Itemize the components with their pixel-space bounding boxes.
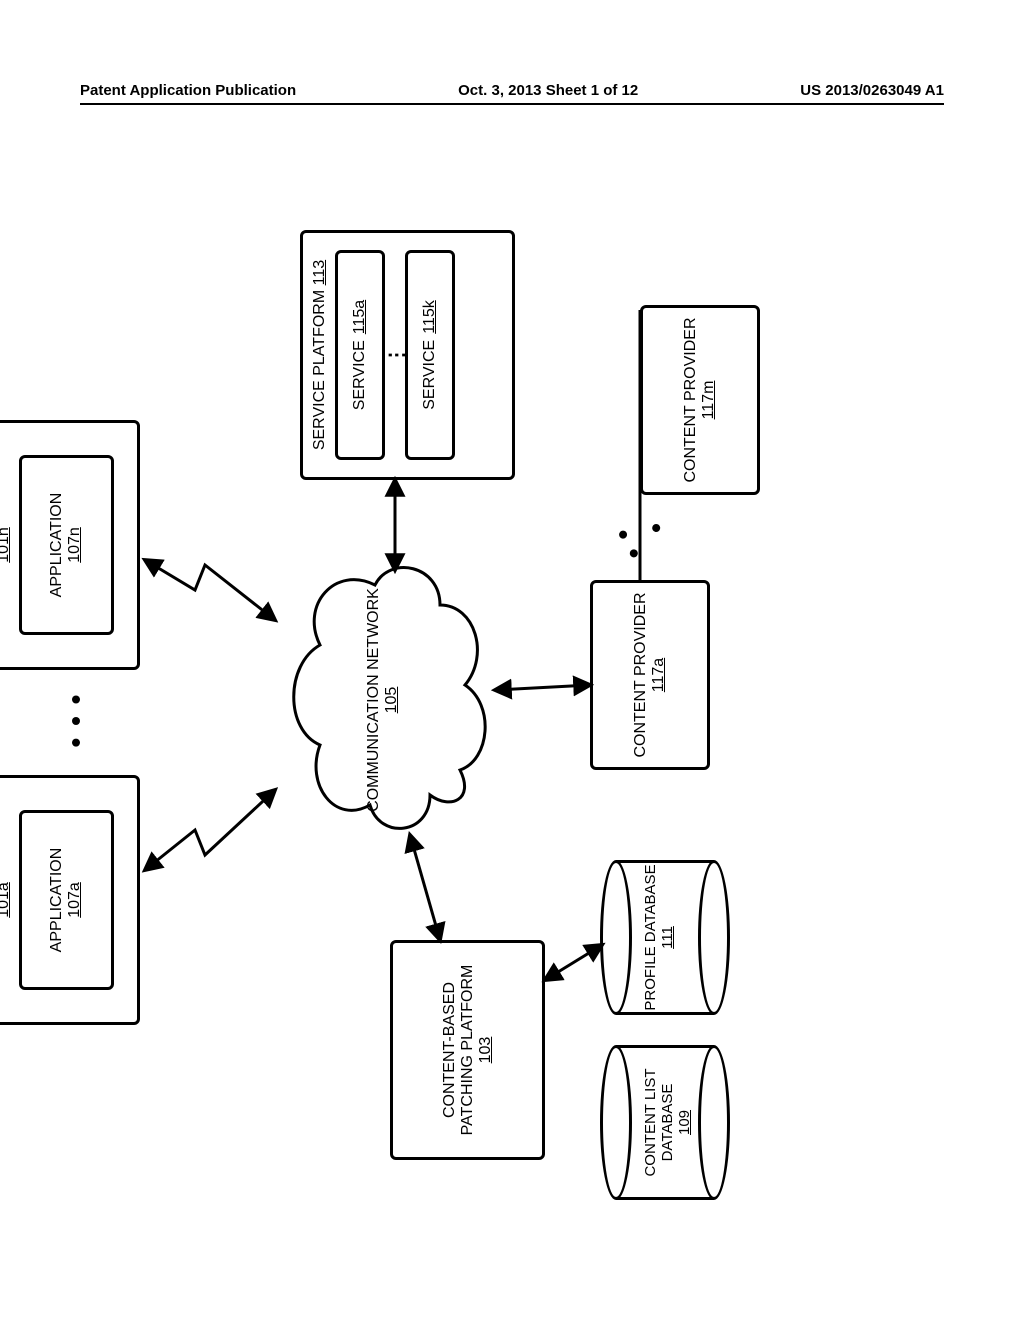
db1-title: CONTENT LIST DATABASE <box>642 1068 676 1176</box>
provider-m-ref: 117m <box>700 381 718 420</box>
communication-network-cloud: COMMUNICATION NETWORK 105 <box>280 555 510 845</box>
ue-n-ref: 101n <box>0 527 12 563</box>
service-k: SERVICE 115k <box>405 250 455 460</box>
header-left: Patent Application Publication <box>80 82 296 99</box>
db2-ref: 111 <box>659 926 676 949</box>
provider-a-title: CONTENT PROVIDER <box>632 592 650 757</box>
service-a-ref: 115a <box>351 300 369 334</box>
platform-ref: 103 <box>477 1037 495 1064</box>
page-header: Patent Application Publication Oct. 3, 2… <box>80 82 944 105</box>
service-vdots: ⋮ <box>393 345 401 365</box>
service-platform-title: SERVICE PLATFORM <box>311 290 328 450</box>
content-list-db: CONTENT LIST DATABASE 109 <box>600 1045 730 1200</box>
service-k-ref: 115k <box>421 300 439 334</box>
app-a-ref: 107a <box>66 882 84 918</box>
provider-ellipsis: • • • <box>602 497 682 572</box>
network-title: COMMUNICATION NETWORK <box>365 588 382 812</box>
service-a-title: SERVICE <box>351 340 369 410</box>
network-ref: 105 <box>383 687 400 714</box>
db2-title: PROFILE DATABASE <box>642 864 659 1010</box>
app-n-title: APPLICATION <box>48 493 66 598</box>
profile-db: PROFILE DATABASE 111 <box>600 860 730 1015</box>
app-n-ref: 107n <box>66 527 84 563</box>
service-platform-box: SERVICE PLATFORM 113 SERVICE 115a ⋮ SERV… <box>300 230 515 480</box>
header-center: Oct. 3, 2013 Sheet 1 of 12 <box>458 82 638 99</box>
platform-title: CONTENT-BASED PATCHING PLATFORM <box>441 949 477 1151</box>
ue-a-ref: 101a <box>0 882 12 918</box>
service-k-title: SERVICE <box>421 340 439 410</box>
content-provider-m: CONTENT PROVIDER 117m <box>640 305 760 495</box>
ue-ellipsis: • • • <box>60 690 92 750</box>
user-equipment-a: USER EQUIPMENT (UE) 101a APPLICATION 107… <box>0 775 140 1025</box>
patching-platform-box: CONTENT-BASED PATCHING PLATFORM 103 <box>390 940 545 1160</box>
db1-ref: 109 <box>676 1110 693 1135</box>
app-a-title: APPLICATION <box>48 848 66 953</box>
application-a: APPLICATION 107a <box>19 810 114 990</box>
service-a: SERVICE 115a <box>335 250 385 460</box>
provider-a-ref: 117a <box>650 658 668 692</box>
user-equipment-n: USER EQUIPMENT (UE) 101n APPLICATION 107… <box>0 420 140 670</box>
provider-m-title: CONTENT PROVIDER <box>682 317 700 482</box>
header-right: US 2013/0263049 A1 <box>800 82 944 99</box>
content-provider-a: CONTENT PROVIDER 117a <box>590 580 710 770</box>
diagram-figure-1: FIG. 1 100 USER EQUIPMENT (UE) 101a APPL… <box>0 310 1020 1090</box>
application-n: APPLICATION 107n <box>19 455 114 635</box>
service-platform-ref: 113 <box>311 260 328 286</box>
